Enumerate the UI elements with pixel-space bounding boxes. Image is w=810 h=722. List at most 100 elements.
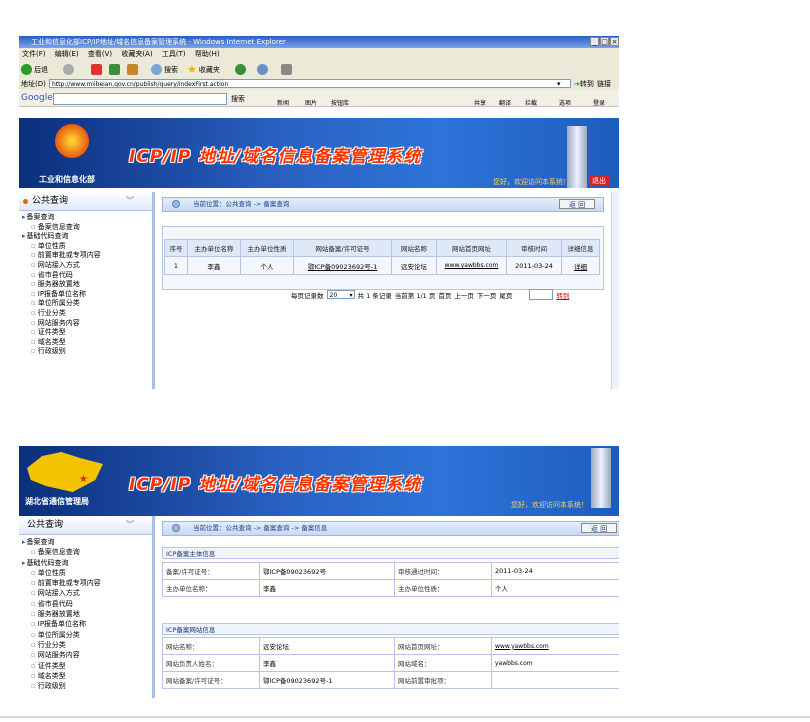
total-count: 共 1 条记录 (357, 291, 392, 300)
tree-item[interactable]: 前置审批或专项内容 (19, 251, 152, 261)
tree-item[interactable]: 行政级别 (19, 681, 152, 691)
close-button[interactable]: × (610, 37, 619, 46)
per-page-select[interactable]: 20 (326, 290, 355, 300)
window-title: 工业和信息化部ICP/IP地址/域名信息备案管理系统 - Windows Int… (31, 38, 286, 46)
tree-item[interactable]: 域名类型 (19, 671, 152, 681)
google-block[interactable]: 拦截 (525, 98, 537, 107)
tree-item[interactable]: 省市县代码 (19, 599, 152, 609)
menu-file[interactable]: 文件(F) (22, 50, 46, 58)
org-name: 工业和信息化部 (39, 175, 95, 184)
last-page-link[interactable]: 尾页 (499, 290, 512, 300)
tree-group-base-code[interactable]: 基础代码查询 (19, 558, 152, 568)
forward-button[interactable] (63, 63, 74, 76)
history-button[interactable] (235, 63, 246, 76)
tree-item[interactable]: 省市县代码 (19, 271, 152, 281)
refresh-button[interactable] (109, 63, 120, 76)
page-jump-input[interactable] (529, 289, 554, 300)
tree-item[interactable]: 证件类型 (19, 328, 152, 338)
cell-license-link[interactable]: 鄂ICP备09023692号-1 (293, 256, 392, 275)
scrollbar[interactable] (611, 192, 619, 389)
cell-review-date: 2011-03-24 (506, 256, 562, 275)
google-images[interactable]: 图片 (305, 98, 317, 107)
tree-item[interactable]: 网站接入方式 (19, 588, 152, 598)
home-icon (127, 64, 138, 75)
google-signin[interactable]: 登录 (593, 98, 605, 107)
hubei-map-icon (27, 452, 103, 492)
search-button[interactable]: 搜索 (151, 63, 178, 76)
google-news[interactable]: 新闻 (277, 98, 289, 107)
google-buttons[interactable]: 按钮库 (331, 98, 349, 107)
cell-site-url[interactable]: www.yawbbs.com (436, 256, 507, 275)
home-button[interactable] (127, 63, 138, 76)
subject-section-header: ICP备案主体信息 (162, 547, 619, 559)
stop-button[interactable] (91, 63, 102, 76)
go-button[interactable]: ➜转到 (574, 78, 594, 90)
sidebar-tree: 备案查询 备案信息查询 基础代码查询 单位性质 前置审批或专项内容 网站接入方式… (19, 211, 152, 357)
tree-item[interactable]: 行业分类 (19, 309, 152, 319)
menu-edit[interactable]: 编辑(E) (55, 50, 79, 58)
tree-item[interactable]: 服务器放置地 (19, 609, 152, 619)
search-label: 搜索 (164, 65, 178, 74)
google-share[interactable]: 共享 (474, 98, 486, 107)
tree-item[interactable]: 服务器放置地 (19, 280, 152, 290)
menu-tools[interactable]: 工具(T) (162, 50, 186, 58)
field-value: 鄂ICP备09023692号 (259, 562, 395, 580)
tree-item[interactable]: 备案信息查询 (19, 223, 152, 233)
sidebar-tree-2: 备案查询 备案信息查询 基础代码查询 单位性质 前置审批或专项内容 网站接入方式… (19, 535, 152, 691)
sidebar-header-2[interactable]: 公共查询 ︾ (19, 516, 152, 535)
menu-view[interactable]: 查看(V) (88, 50, 112, 58)
tree-item[interactable]: 域名类型 (19, 338, 152, 348)
minimize-button[interactable]: _ (590, 37, 599, 46)
bottom-divider (0, 716, 810, 718)
next-page-link[interactable]: 下一页 (477, 290, 497, 300)
field-label: 网站前置审批项： (394, 671, 492, 689)
tree-item[interactable]: 行业分类 (19, 640, 152, 650)
google-search-button[interactable]: 搜索 (231, 94, 245, 104)
huabiao-pillar-icon (591, 448, 611, 508)
tree-item[interactable]: 备案信息查询 (19, 547, 152, 557)
tree-group-filing-query[interactable]: 备案查询 (19, 537, 152, 547)
tree-item[interactable]: 证件类型 (19, 661, 152, 671)
jump-button[interactable]: 转到 (556, 290, 569, 300)
tree-item[interactable]: 网站接入方式 (19, 261, 152, 271)
cell-index: 1 (164, 256, 188, 275)
tree-item[interactable]: IP报备单位名称 (19, 290, 152, 300)
tree-item[interactable]: IP报备单位名称 (19, 619, 152, 629)
address-input[interactable]: http://www.miibeian.gov.cn/publish/query… (49, 79, 571, 88)
tree-item[interactable]: 单位所属分类 (19, 630, 152, 640)
field-value: 李鑫 (259, 654, 395, 672)
tree-item[interactable]: 单位性质 (19, 568, 152, 578)
tree-item[interactable]: 行政级别 (19, 347, 152, 357)
site-banner: 工业和信息化部 ICP/IP 地址/域名信息备案管理系统 您好，欢迎访问本系统！… (19, 118, 619, 188)
maximize-button[interactable]: □ (600, 37, 609, 46)
detail-link[interactable]: 详细 (561, 256, 600, 275)
google-options[interactable]: 选项 (559, 98, 571, 107)
favorites-button[interactable]: ★ 收藏夹 (187, 63, 220, 76)
back-return-button[interactable]: 返 回 (581, 523, 617, 533)
tree-item[interactable]: 前置审批或专项内容 (19, 578, 152, 588)
tree-item[interactable]: 单位所属分类 (19, 299, 152, 309)
site-table: 网站名称： 远安论坛 网站首页网址： www.yawbbs.com 网站负责人姓… (162, 637, 619, 689)
tree-item[interactable]: 网站服务内容 (19, 319, 152, 329)
print-button[interactable] (281, 63, 292, 76)
site-url-link[interactable]: www.yawbbs.com (491, 637, 619, 655)
field-value: 个人 (491, 579, 619, 597)
tree-item[interactable]: 网站服务内容 (19, 650, 152, 660)
tree-group-filing-query[interactable]: 备案查询 (19, 213, 152, 223)
tree-item[interactable]: 单位性质 (19, 242, 152, 252)
links-button[interactable]: 链接 (597, 78, 611, 90)
back-return-button[interactable]: 返 回 (559, 199, 595, 209)
tree-group-base-code[interactable]: 基础代码查询 (19, 232, 152, 242)
back-button[interactable]: 后退 (21, 63, 48, 76)
menu-help[interactable]: 帮助(H) (195, 50, 220, 58)
first-page-link[interactable]: 首页 (438, 290, 451, 300)
google-search-input[interactable] (53, 93, 227, 105)
sidebar-header[interactable]: 公共查询 ︾ (19, 192, 152, 211)
prev-page-link[interactable]: 上一页 (454, 290, 474, 300)
google-translate[interactable]: 翻译 (499, 98, 511, 107)
exit-button[interactable]: 退出 (589, 176, 609, 186)
address-dropdown-icon[interactable]: ▾ (557, 78, 561, 90)
field-label: 主办单位性质： (394, 579, 492, 597)
mail-button[interactable] (257, 63, 268, 76)
menu-favorites[interactable]: 收藏夹(A) (121, 50, 152, 58)
